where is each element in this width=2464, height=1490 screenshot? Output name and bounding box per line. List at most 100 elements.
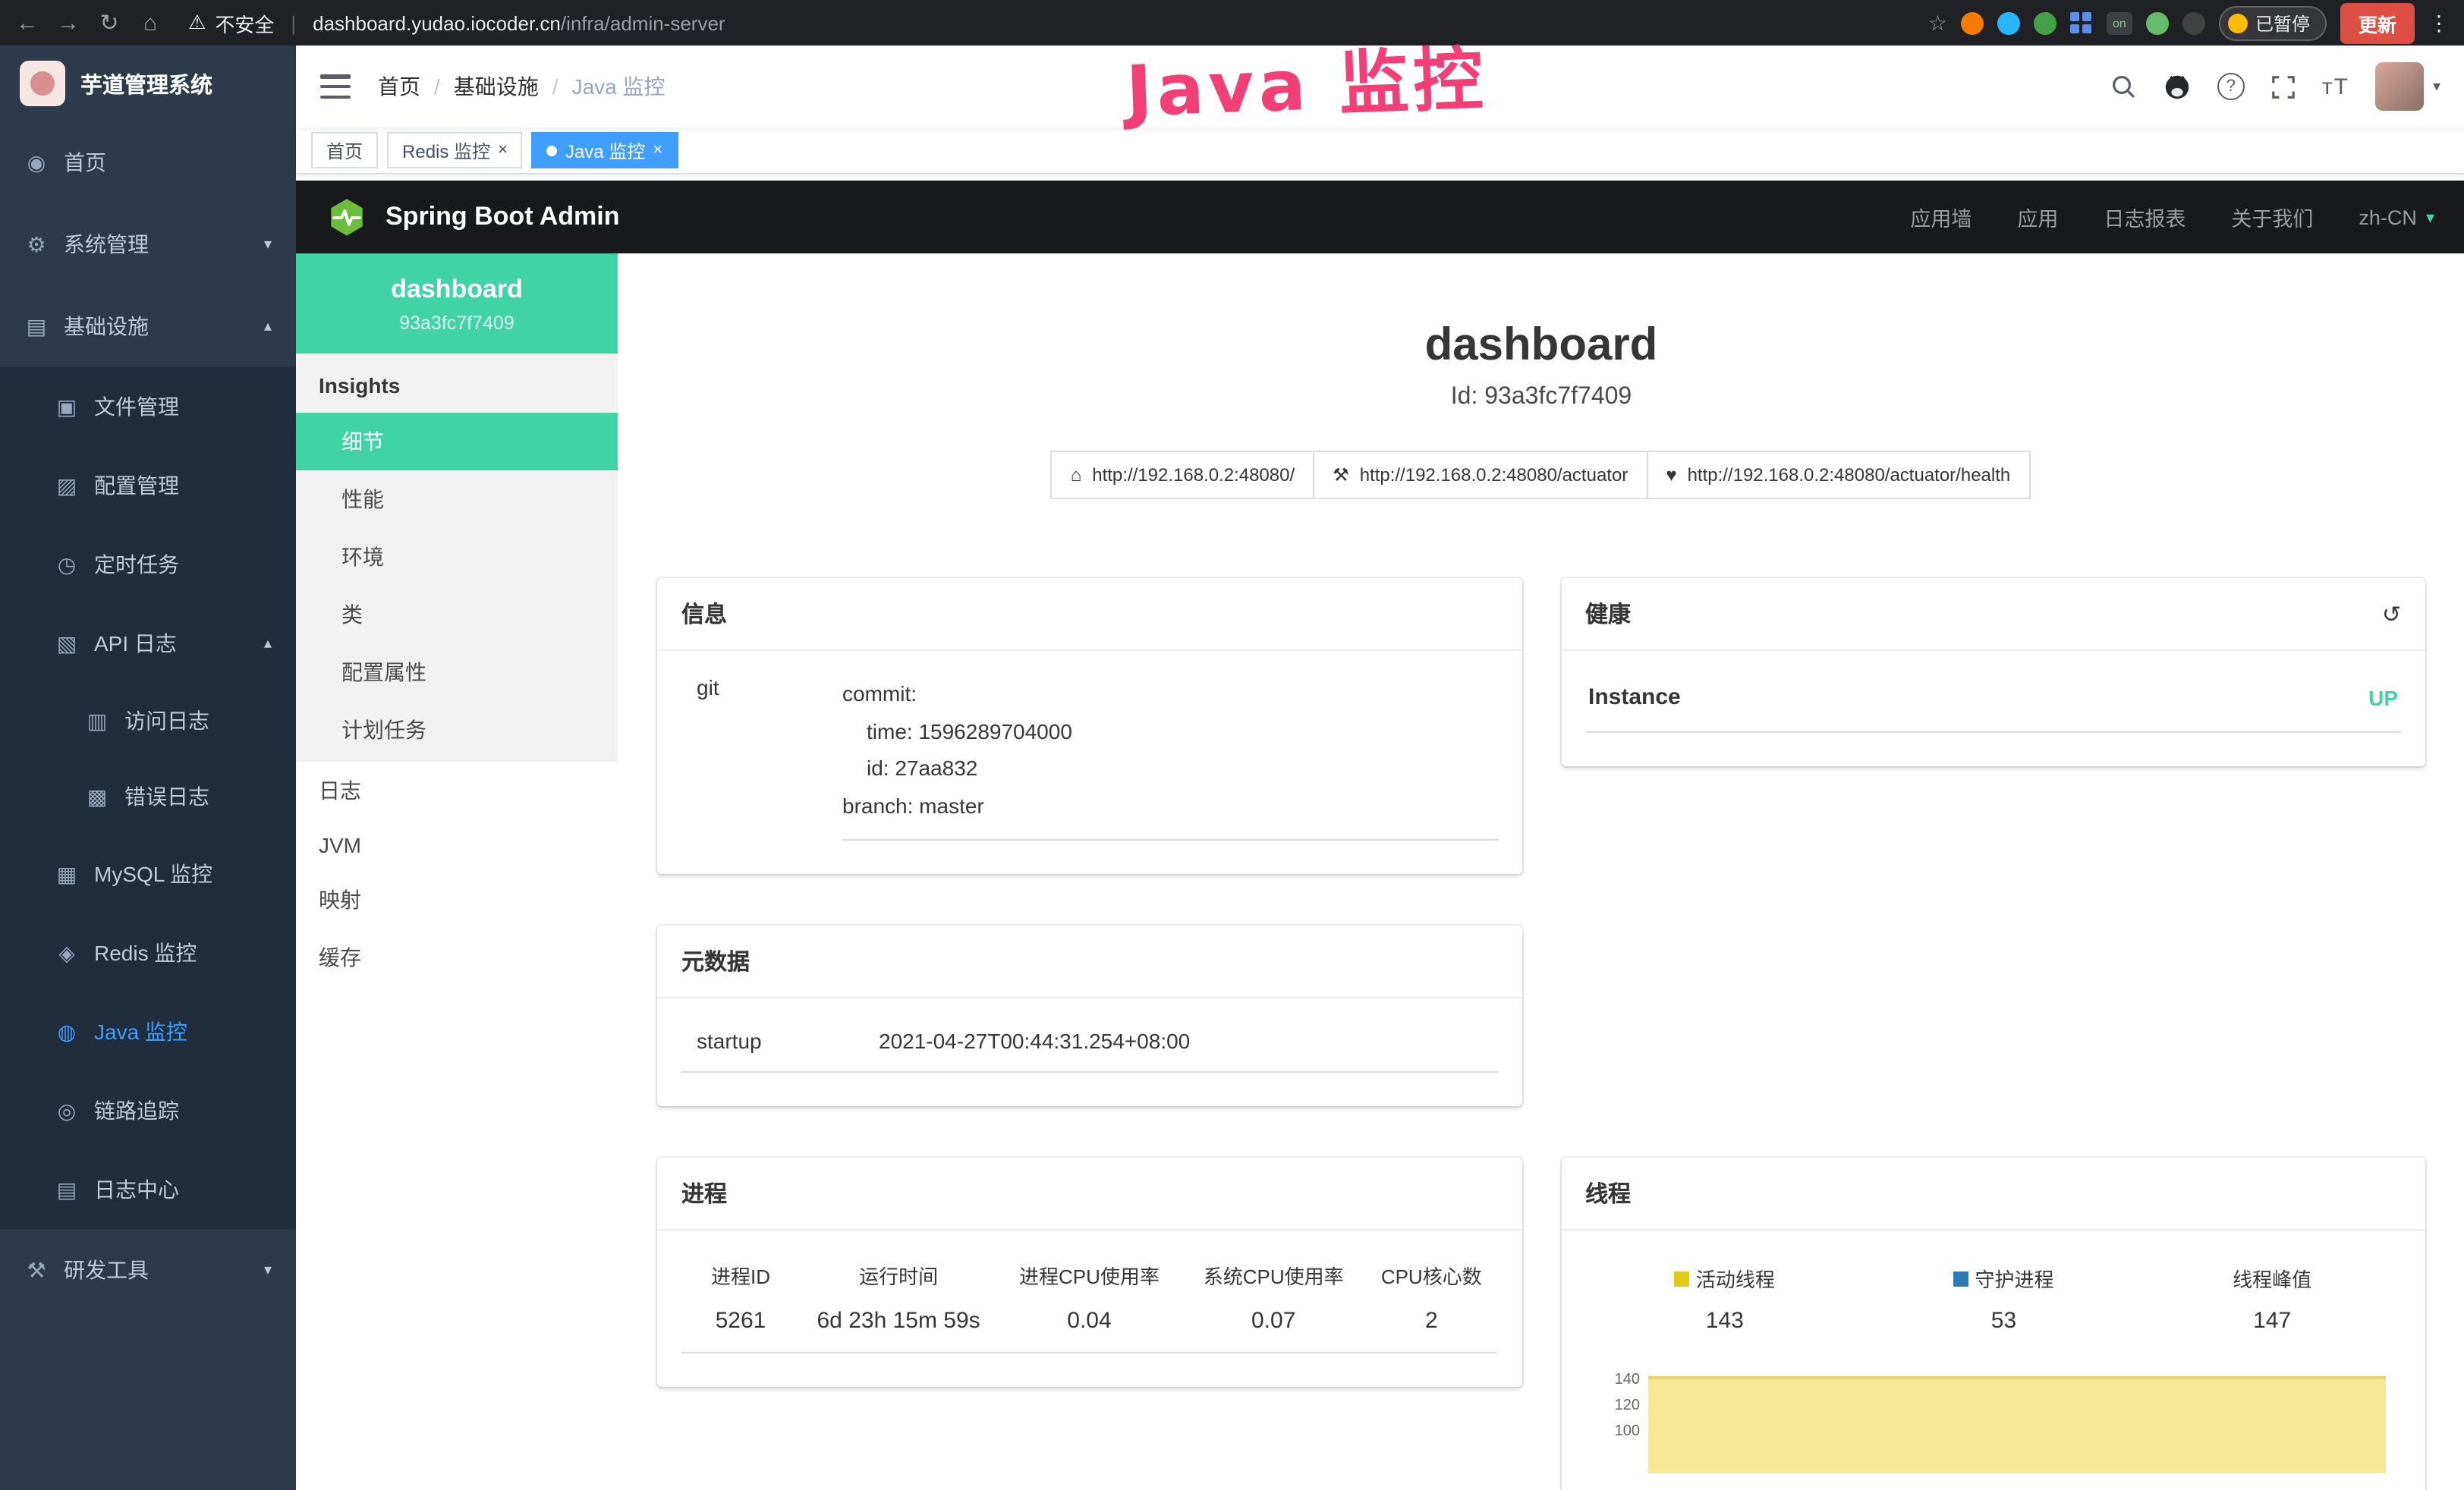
forward-icon[interactable]: → <box>56 10 80 36</box>
url-host: dashboard.yudao.iocoder.cn <box>313 11 561 34</box>
extension-icon[interactable] <box>1961 11 1984 34</box>
user-menu[interactable]: ▾ <box>2375 62 2440 111</box>
locale-selector[interactable]: zh-CN ▾ <box>2359 206 2434 228</box>
app-logo-row[interactable]: 芋道管理系统 <box>0 46 296 121</box>
breadcrumb-separator: / <box>552 74 559 99</box>
extension-puzzle-icon[interactable] <box>2182 11 2205 34</box>
sidebar-item-scheduled-jobs[interactable]: ◷ 定时任务 <box>0 525 296 604</box>
app-sidebar: 芋道管理系统 ◉ 首页 ⚙ 系统管理 ▾ ▤ 基础设施 ▴ ▣ <box>0 46 296 1489</box>
breadcrumb: 首页 / 基础设施 / Java 监控 <box>378 71 666 102</box>
update-button[interactable]: 更新 <box>2340 2 2415 43</box>
sba-item-mappings[interactable]: 映射 <box>296 871 618 929</box>
log-icon: ▧ <box>55 630 79 656</box>
sba-item-classes[interactable]: 类 <box>296 586 618 643</box>
close-icon[interactable]: × <box>653 142 662 159</box>
extension-on-badge[interactable]: on <box>2107 11 2132 34</box>
process-value: 6d 23h 15m 59s <box>800 1305 997 1353</box>
menu-label: 链路追踪 <box>94 1095 179 1126</box>
service-url-link[interactable]: ⌂ http://192.168.0.2:48080/ <box>1051 451 1314 499</box>
help-icon[interactable]: ? <box>2217 73 2245 100</box>
sidebar-item-file-manage[interactable]: ▣ 文件管理 <box>0 367 296 446</box>
sidebar-item-log-center[interactable]: ▤ 日志中心 <box>0 1150 296 1229</box>
menu-label: API 日志 <box>94 628 177 659</box>
menu-label: 错误日志 <box>124 781 209 812</box>
process-col-header: 系统CPU使用率 <box>1182 1255 1366 1305</box>
sba-nav-applications[interactable]: 应用 <box>2017 202 2058 232</box>
instance-links: ⌂ http://192.168.0.2:48080/ ⚒ http://192… <box>657 451 2425 499</box>
github-icon[interactable] <box>2163 72 2192 101</box>
browser-menu-icon[interactable]: ⋮ <box>2428 10 2450 36</box>
breadcrumb-item[interactable]: 基础设施 <box>454 71 539 102</box>
sba-item-logs[interactable]: 日志 <box>296 762 618 819</box>
sidebar-item-home[interactable]: ◉ 首页 <box>0 121 296 203</box>
sba-item-caches[interactable]: 缓存 <box>296 929 618 986</box>
process-value: 2 <box>1366 1305 1497 1353</box>
spring-boot-admin-logo-icon[interactable] <box>326 196 367 237</box>
search-icon[interactable] <box>2110 73 2137 100</box>
extension-icon[interactable] <box>1997 11 2020 34</box>
fullscreen-icon[interactable] <box>2270 74 2296 99</box>
warning-icon: ⚠ <box>188 11 206 35</box>
sidebar-item-api-log[interactable]: ▧ API 日志 ▴ <box>0 604 296 683</box>
sidebar-item-infra[interactable]: ▤ 基础设施 ▴ <box>0 285 296 367</box>
live-threads-value: 143 <box>1675 1308 1775 1334</box>
y-tick: 120 <box>1585 1393 1640 1419</box>
doc-icon: ▩ <box>85 784 109 809</box>
history-icon[interactable]: ↺ <box>2382 600 2401 627</box>
extension-icon[interactable] <box>2034 11 2056 34</box>
extension-grid-icon[interactable] <box>2070 11 2093 34</box>
process-col-header: CPU核心数 <box>1366 1255 1497 1305</box>
git-commit-line: commit: <box>842 675 1497 712</box>
menu-label: 定时任务 <box>94 549 179 580</box>
sidebar-item-mysql-monitor[interactable]: ▦ MySQL 监控 <box>0 835 296 913</box>
sidebar-item-java-monitor[interactable]: ◍ Java 监控 <box>0 992 296 1071</box>
extension-icon[interactable] <box>2146 11 2169 34</box>
sidebar-item-system[interactable]: ⚙ 系统管理 ▾ <box>0 203 296 285</box>
sba-item-metrics[interactable]: 性能 <box>296 470 618 528</box>
tag-redis-monitor[interactable]: Redis 监控 × <box>387 132 523 168</box>
paused-emoji-icon <box>2228 13 2248 33</box>
annotation-java-monitor: Java 监控 <box>1124 24 1489 137</box>
sba-item-scheduled-tasks[interactable]: 计划任务 <box>296 701 618 759</box>
menu-label: 系统管理 <box>64 229 149 259</box>
bookmark-star-icon[interactable]: ☆ <box>1928 10 1947 36</box>
sba-item-environment[interactable]: 环境 <box>296 528 618 586</box>
sba-nav-wallboard[interactable]: 应用墙 <box>1910 202 1972 232</box>
sba-item-jvm[interactable]: JVM <box>296 819 618 871</box>
legend-label: 守护进程 <box>1975 1264 2053 1293</box>
back-icon[interactable]: ← <box>15 10 39 36</box>
spring-boot-admin: Spring Boot Admin 应用墙 应用 日志报表 关于我们 zh-CN… <box>296 181 2464 1489</box>
clock-icon: ◷ <box>55 552 79 577</box>
close-icon[interactable]: × <box>498 142 508 159</box>
sidebar-toggle-icon[interactable] <box>320 74 351 99</box>
sidebar-item-error-log[interactable]: ▩ 错误日志 <box>0 759 296 835</box>
security-indicator[interactable]: ⚠ 不安全 <box>188 8 274 37</box>
sba-item-details[interactable]: 细节 <box>296 413 618 470</box>
url-divider: | <box>291 11 296 34</box>
sba-nav-journal[interactable]: 日志报表 <box>2104 202 2186 232</box>
home-icon[interactable]: ⌂ <box>138 10 162 36</box>
sba-item-config-props[interactable]: 配置属性 <box>296 643 618 701</box>
log-center-icon: ▤ <box>55 1177 79 1202</box>
menu-label: Redis 监控 <box>94 938 197 968</box>
trace-icon: ◎ <box>55 1098 79 1124</box>
tag-home[interactable]: 首页 <box>311 132 378 168</box>
font-size-icon[interactable]: тT <box>2322 74 2349 99</box>
sba-nav-about[interactable]: 关于我们 <box>2231 202 2313 232</box>
tag-java-monitor[interactable]: Java 监控 × <box>532 132 678 168</box>
health-url-link[interactable]: ♥ http://192.168.0.2:48080/actuator/heal… <box>1646 451 2030 499</box>
breadcrumb-item[interactable]: 首页 <box>378 71 420 102</box>
sidebar-item-dev-tools[interactable]: ⚒ 研发工具 ▾ <box>0 1229 296 1311</box>
paused-badge[interactable]: 已暂停 <box>2219 5 2327 40</box>
sidebar-item-trace[interactable]: ◎ 链路追踪 <box>0 1071 296 1150</box>
reload-icon[interactable]: ↻ <box>97 9 121 36</box>
actuator-url-link[interactable]: ⚒ http://192.168.0.2:48080/actuator <box>1313 451 1647 499</box>
sidebar-item-redis-monitor[interactable]: ◈ Redis 监控 <box>0 913 296 992</box>
instance-header[interactable]: dashboard 93a3fc7f7409 <box>296 253 618 354</box>
sidebar-item-access-log[interactable]: ▥ 访问日志 <box>0 683 296 759</box>
dashboard-icon: ◉ <box>24 149 49 175</box>
process-card: 进程 进程ID 运行时间 进程CPU使用率 系统CPU使用率 CPU核心数 <box>657 1158 1522 1387</box>
card-title-text: 线程 <box>1585 1177 1631 1209</box>
address-bar[interactable]: dashboard.yudao.iocoder.cn/infra/admin-s… <box>313 11 725 34</box>
sidebar-item-config-manage[interactable]: ▨ 配置管理 <box>0 446 296 525</box>
